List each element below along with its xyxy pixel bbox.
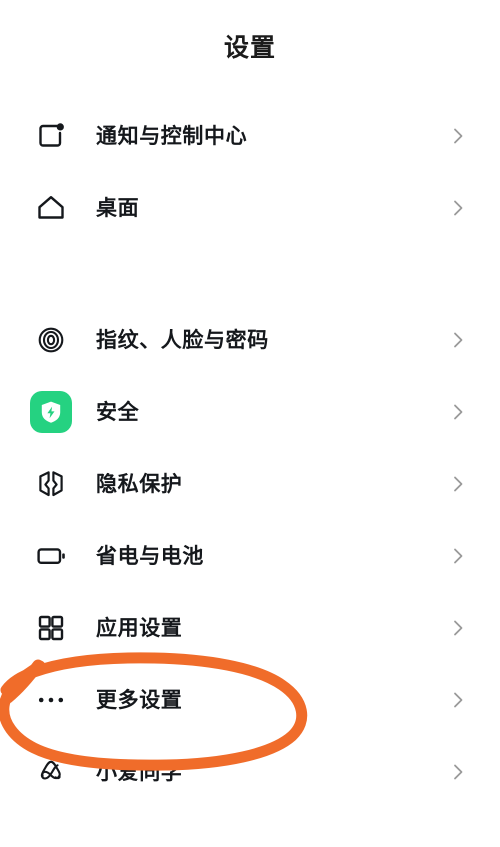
- fingerprint-icon: [28, 317, 74, 363]
- settings-row-label: 应用设置: [96, 616, 183, 640]
- page-header: 设置: [0, 0, 500, 100]
- page-title: 设置: [223, 33, 276, 62]
- more-ellipsis-icon: [28, 677, 74, 723]
- chevron-right-icon: [446, 544, 470, 568]
- settings-row-more-settings[interactable]: 更多设置: [0, 664, 500, 736]
- settings-row-label: 省电与电池: [96, 544, 204, 568]
- settings-row-notifications[interactable]: 通知与控制中心: [0, 100, 500, 172]
- settings-row-label: 通知与控制中心: [96, 124, 248, 148]
- settings-row-label: 指纹、人脸与密码: [96, 328, 269, 352]
- chevron-right-icon: [446, 472, 470, 496]
- security-shield-bolt-icon: [28, 389, 74, 435]
- group-separator: [0, 244, 500, 304]
- settings-row-privacy[interactable]: 隐私保护: [0, 448, 500, 520]
- settings-row-security[interactable]: 安全: [0, 376, 500, 448]
- settings-row-label: 更多设置: [96, 688, 183, 712]
- home-icon: [28, 185, 74, 231]
- security-app-tile: [30, 391, 72, 433]
- settings-row-label: 桌面: [96, 196, 140, 220]
- settings-row-label: 安全: [96, 400, 140, 424]
- chevron-right-icon: [446, 760, 470, 784]
- settings-row-fingerprint-face-password[interactable]: 指纹、人脸与密码: [0, 304, 500, 376]
- battery-icon: [28, 533, 74, 579]
- app-grid-icon: [28, 605, 74, 651]
- chevron-right-icon: [446, 196, 470, 220]
- settings-row-app-settings[interactable]: 应用设置: [0, 592, 500, 664]
- settings-row-label: 隐私保护: [96, 472, 183, 496]
- chevron-right-icon: [446, 400, 470, 424]
- settings-row-home-screen[interactable]: 桌面: [0, 172, 500, 244]
- notification-square-dot-icon: [28, 113, 74, 159]
- chevron-right-icon: [446, 616, 470, 640]
- settings-group-1: 通知与控制中心 桌面: [0, 100, 500, 244]
- settings-row-battery[interactable]: 省电与电池: [0, 520, 500, 592]
- settings-list: 通知与控制中心 桌面 指纹、人脸与密码 安全 隐私保护 省电与电池 应用设置 更…: [0, 100, 500, 808]
- settings-screen: 设置 通知与控制中心 桌面 指纹、人脸与密码 安全 隐私保护 省电与电池 应用设…: [0, 0, 500, 847]
- settings-group-2: 指纹、人脸与密码 安全 隐私保护 省电与电池 应用设置 更多设置 小爱同学: [0, 304, 500, 808]
- settings-row-label: 小爱同学: [96, 760, 183, 784]
- chevron-right-icon: [446, 124, 470, 148]
- privacy-shield-icon: [28, 461, 74, 507]
- chevron-right-icon: [446, 328, 470, 352]
- settings-row-xiaoai[interactable]: 小爱同学: [0, 736, 500, 808]
- chevron-right-icon: [446, 688, 470, 712]
- xiaoai-logo-icon: [28, 749, 74, 795]
